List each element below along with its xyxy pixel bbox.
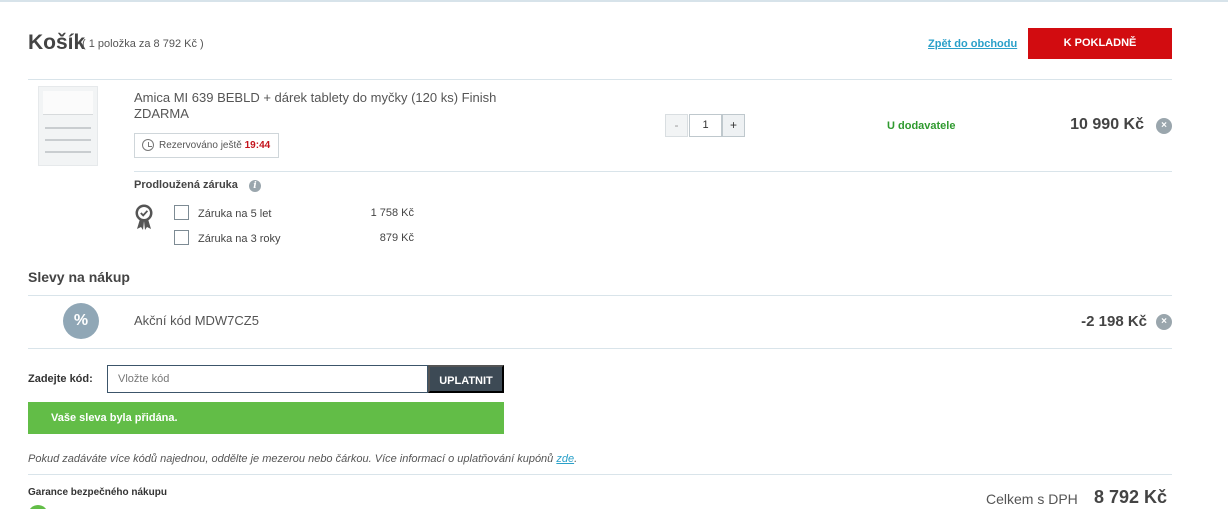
apply-coupon-button[interactable]: UPLATNIT bbox=[428, 365, 504, 393]
divider bbox=[28, 348, 1172, 349]
guarantee-title: Garance bezpečného nákupu bbox=[28, 487, 167, 498]
dishwasher-rack bbox=[45, 139, 91, 141]
dishwasher-rack bbox=[45, 151, 91, 153]
info-icon[interactable]: i bbox=[249, 180, 261, 192]
page-title: Košík bbox=[28, 31, 86, 54]
percent-icon: % bbox=[63, 303, 99, 339]
divider bbox=[28, 295, 1172, 296]
remove-item-icon[interactable]: × bbox=[1156, 118, 1172, 134]
coupon-note: Pokud zadáváte více kódů najednou, odděl… bbox=[28, 453, 577, 465]
coupon-input[interactable] bbox=[107, 365, 428, 393]
availability-status: U dodavatele bbox=[887, 120, 956, 132]
warranty-option-price: 879 Kč bbox=[379, 232, 414, 244]
quantity-input[interactable]: 1 bbox=[689, 114, 722, 137]
warranty-title: Prodloužená záruka bbox=[134, 179, 238, 191]
warranty-3-years-checkbox[interactable] bbox=[174, 230, 189, 245]
warranty-option-label: Záruka na 3 roky bbox=[198, 233, 281, 245]
divider bbox=[28, 474, 1172, 475]
dishwasher-rack bbox=[45, 127, 91, 129]
reservation-label: Rezervováno ještě bbox=[159, 140, 242, 151]
divider bbox=[28, 79, 1172, 80]
remove-discount-icon[interactable]: × bbox=[1156, 314, 1172, 330]
success-message: Vaše sleva byla přidána. bbox=[28, 402, 504, 434]
warranty-option-price: 1 758 Kč bbox=[370, 207, 414, 219]
warranty-badge-icon bbox=[135, 204, 153, 230]
discount-name: Akční kód MDW7CZ5 bbox=[134, 313, 259, 328]
cart-summary: ( 1 položka za 8 792 Kč ) bbox=[82, 38, 204, 50]
discounts-title: Slevy na nákup bbox=[28, 269, 130, 285]
quantity-decrease-button[interactable]: - bbox=[665, 114, 688, 137]
item-price: 10 990 Kč bbox=[1070, 116, 1144, 133]
total-label: Celkem s DPH bbox=[986, 491, 1078, 507]
discount-amount: -2 198 Kč bbox=[1081, 313, 1147, 330]
reservation-timer: Rezervováno ještě 19:44 bbox=[134, 133, 279, 158]
coupon-note-text: Pokud zadáváte více kódů najednou, odděl… bbox=[28, 453, 557, 465]
coupon-label: Zadejte kód: bbox=[28, 373, 93, 385]
guarantee-icon bbox=[28, 505, 48, 509]
clock-icon bbox=[142, 139, 154, 151]
product-image[interactable] bbox=[38, 86, 98, 166]
quantity-increase-button[interactable]: + bbox=[722, 114, 745, 137]
warranty-option-label: Záruka na 5 let bbox=[198, 208, 272, 220]
total-value: 8 792 Kč bbox=[1094, 487, 1168, 507]
warranty-5-years-checkbox[interactable] bbox=[174, 205, 189, 220]
coupon-info-link[interactable]: zde bbox=[556, 453, 574, 465]
product-name[interactable]: Amica MI 639 BEBLD + dárek tablety do my… bbox=[134, 90, 534, 122]
dishwasher-panel bbox=[43, 91, 93, 115]
top-border bbox=[0, 0, 1228, 2]
divider bbox=[134, 171, 1172, 172]
coupon-note-end: . bbox=[574, 453, 578, 465]
checkout-button[interactable]: K POKLADNĚ bbox=[1028, 28, 1172, 59]
reservation-time: 19:44 bbox=[244, 140, 271, 151]
back-to-shop-link[interactable]: Zpět do obchodu bbox=[928, 38, 1017, 50]
